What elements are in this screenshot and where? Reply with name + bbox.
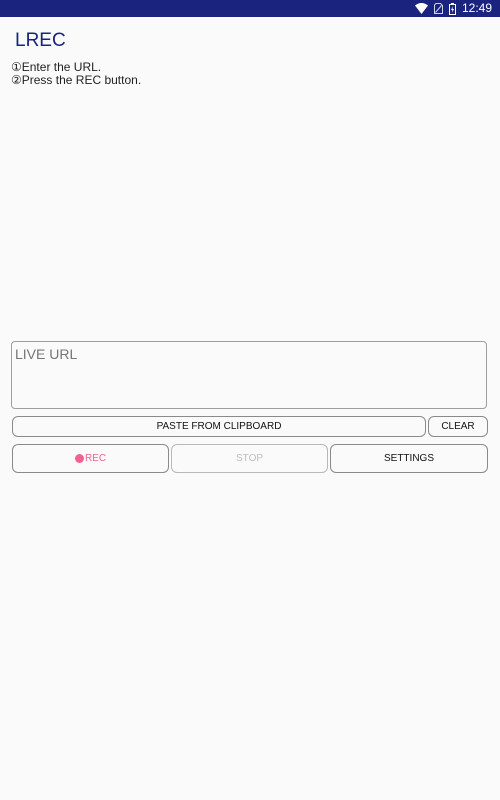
instruction-step-2: ②Press the REC button. bbox=[11, 73, 142, 87]
stop-button-label: STOP bbox=[235, 453, 264, 464]
instructions: ①Enter the URL. ②Press the REC button. bbox=[11, 61, 141, 87]
settings-button-label: SETTINGS bbox=[383, 453, 434, 464]
battery-icon bbox=[448, 2, 456, 15]
rec-button-label: REC bbox=[84, 453, 107, 464]
clear-button[interactable]: CLEAR bbox=[428, 416, 488, 437]
stop-button[interactable]: STOP bbox=[171, 444, 328, 473]
paste-from-clipboard-button[interactable]: PASTE FROM CLIPBOARD bbox=[12, 416, 426, 437]
app-title: LREC bbox=[15, 30, 66, 51]
paste-button-label: PASTE FROM CLIPBOARD bbox=[156, 421, 282, 432]
live-url-input[interactable] bbox=[11, 341, 487, 409]
sim-icon bbox=[433, 3, 443, 14]
settings-button[interactable]: SETTINGS bbox=[330, 444, 488, 473]
status-icons: 12:49 bbox=[414, 0, 492, 17]
clear-button-label: CLEAR bbox=[441, 421, 475, 432]
record-dot-icon bbox=[74, 454, 84, 463]
status-time: 12:49 bbox=[461, 1, 492, 15]
wifi-icon bbox=[414, 3, 428, 14]
status-bar: 12:49 bbox=[0, 0, 500, 17]
rec-button[interactable]: REC bbox=[12, 444, 169, 473]
